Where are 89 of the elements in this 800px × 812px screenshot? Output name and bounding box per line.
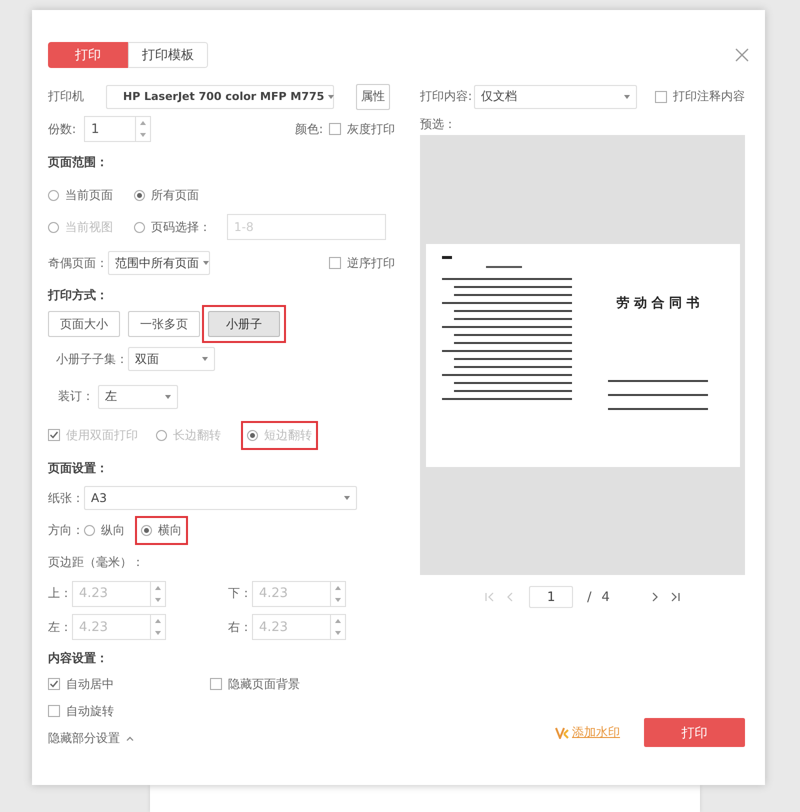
radio-button[interactable] xyxy=(134,222,145,232)
checkbox[interactable] xyxy=(48,705,60,717)
field-label: 打印机 xyxy=(48,88,84,105)
radio-button[interactable] xyxy=(48,190,59,200)
up-arrow-icon xyxy=(335,586,341,590)
checkbox-label: 打印注释内容 xyxy=(673,88,745,105)
caret-icon xyxy=(202,357,208,361)
radio-button[interactable] xyxy=(84,525,95,536)
down-arrow-icon xyxy=(335,631,341,635)
field-label: 左： xyxy=(48,618,72,636)
checkbox[interactable] xyxy=(329,257,341,269)
field-label: 上： xyxy=(48,585,72,602)
checkbox-label: 自动旋转 xyxy=(66,702,114,720)
collapse-link[interactable]: 隐藏部分设置 xyxy=(48,730,120,746)
field-label: 预选： xyxy=(420,116,456,132)
down-arrow-icon xyxy=(155,598,161,602)
tab[interactable]: 打印 xyxy=(48,42,128,68)
odd-even-select[interactable]: 范围中所有页面 xyxy=(108,251,210,275)
section-label: 页边距（毫米）： xyxy=(48,554,144,570)
down-arrow-icon xyxy=(335,598,341,602)
page-separator: / xyxy=(587,590,592,604)
field-label: 下： xyxy=(228,585,252,602)
radio-button[interactable] xyxy=(141,525,152,536)
field-label: 方向： xyxy=(48,522,84,539)
checkbox-label: 逆序打印 xyxy=(347,254,395,272)
checkbox-label: 使用双面打印 xyxy=(66,426,138,444)
radio-label: 当前视图 xyxy=(65,218,113,236)
binding-select[interactable]: 左 xyxy=(98,384,178,408)
up-arrow-icon xyxy=(335,619,341,623)
checkbox-label: 隐藏页面背景 xyxy=(228,676,300,692)
caret-icon xyxy=(328,94,334,98)
up-arrow-icon xyxy=(140,121,146,125)
radio-button[interactable] xyxy=(134,190,145,200)
up-arrow-icon xyxy=(155,619,161,623)
section-title: 页面设置： xyxy=(48,460,108,477)
radio-label: 所有页面 xyxy=(151,186,199,204)
field-label: 奇偶页面： xyxy=(48,254,108,272)
printer-select[interactable]: HP LaserJet 700 color MFP M775 xyxy=(106,84,334,108)
next-page-icon xyxy=(650,592,660,602)
number-field[interactable]: 1 xyxy=(84,116,152,142)
mode-button[interactable]: 一张多页 xyxy=(128,311,200,337)
caret-icon xyxy=(624,94,630,98)
properties-button[interactable]: 属性 xyxy=(356,84,390,110)
radio-label: 短边翻转 xyxy=(264,426,312,444)
radio-button[interactable] xyxy=(156,430,167,440)
up-arrow-icon xyxy=(155,586,161,590)
first-page-icon xyxy=(485,592,496,602)
radio-label: 当前页面 xyxy=(65,186,113,204)
tab[interactable]: 打印模板 xyxy=(128,42,208,68)
field-label: 份数: xyxy=(48,120,76,138)
mode-button[interactable]: 小册子 xyxy=(208,311,280,337)
field-label: 小册子子集： xyxy=(56,350,128,368)
caret-icon xyxy=(203,261,209,265)
section-title: 页面范围： xyxy=(48,154,108,171)
radio-button[interactable] xyxy=(247,430,258,440)
radio-label: 长边翻转 xyxy=(173,426,221,444)
checkbox[interactable] xyxy=(329,123,341,135)
radio-label: 页码选择： xyxy=(151,218,211,236)
radio-label: 纵向 xyxy=(101,522,125,539)
section-title: 打印方式： xyxy=(48,286,108,304)
field-label: 打印内容: xyxy=(420,88,472,105)
checkbox[interactable] xyxy=(655,90,667,102)
close-icon[interactable] xyxy=(735,48,749,62)
print-button[interactable]: 打印 xyxy=(644,718,745,747)
field-label: 装订： xyxy=(58,388,94,405)
checkbox[interactable] xyxy=(48,678,60,690)
field-label: 纸张： xyxy=(48,490,84,506)
field-label: 颜色: xyxy=(294,120,323,138)
document-title: 劳 动 合 同 书 xyxy=(616,294,700,312)
down-arrow-icon xyxy=(140,133,146,137)
page-total: 4 xyxy=(602,590,610,604)
checkbox-label: 灰度打印 xyxy=(347,120,395,138)
caret-icon xyxy=(165,394,171,398)
section-title: 内容设置： xyxy=(48,650,108,666)
down-arrow-icon xyxy=(155,631,161,635)
field-label: 右： xyxy=(228,618,252,636)
paper-select[interactable]: A3 xyxy=(84,486,357,510)
watermark-icon xyxy=(555,726,569,738)
subset-select[interactable]: 双面 xyxy=(128,347,215,371)
chevron-up-icon xyxy=(126,736,134,740)
checkbox[interactable] xyxy=(210,678,222,690)
previous-page-icon xyxy=(505,592,516,602)
radio-label: 横向 xyxy=(158,522,182,539)
checkbox-label: 自动居中 xyxy=(66,676,114,692)
mode-button[interactable]: 页面大小 xyxy=(48,311,120,337)
last-page-icon xyxy=(670,592,680,602)
caret-icon xyxy=(344,496,350,500)
page-number-field[interactable]: 1 xyxy=(529,586,574,608)
print-content-select[interactable]: 仅文档 xyxy=(474,84,638,108)
